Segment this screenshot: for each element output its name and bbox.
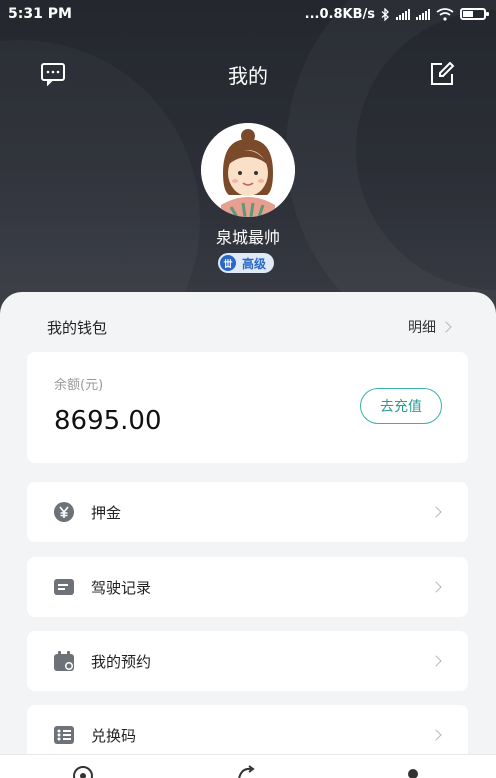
profile-header: 5:31 PM ...0.8KB/s 我的 泉城最帅 丗 高级: [0, 0, 496, 330]
recharge-button[interactable]: 去充值: [360, 388, 442, 424]
detail-label: 明细: [408, 320, 436, 336]
chevron-right-icon: [430, 729, 442, 741]
page-title: 我的: [228, 64, 268, 88]
balance-card: 余额(元) 8695.00 去充值: [27, 352, 468, 463]
wallet-detail-link[interactable]: 明细: [408, 317, 452, 337]
record-card-icon: [53, 576, 75, 598]
level-label: 高级: [242, 256, 267, 271]
status-bar: 5:31 PM ...0.8KB/s: [0, 0, 496, 28]
chevron-right-icon: [440, 321, 452, 333]
balance-value: 8695.00: [54, 406, 162, 436]
avatar-illustration: [201, 123, 295, 217]
bluetooth-icon: [381, 7, 389, 21]
menu-item-label: 我的预约: [91, 652, 152, 671]
wifi-icon: [436, 7, 454, 21]
discover-tab-icon[interactable]: [235, 765, 261, 778]
yen-coin-icon: [53, 501, 75, 523]
menu-item-reservations[interactable]: 我的预约: [27, 631, 468, 691]
nickname: 泉城最帅: [215, 228, 280, 247]
level-icon: 丗: [220, 255, 236, 271]
home-tab-icon[interactable]: [72, 765, 94, 778]
signal-icon: [416, 8, 430, 20]
chevron-right-icon: [430, 581, 442, 593]
menu-item-label: 兑换码: [91, 726, 137, 745]
status-time: 5:31 PM: [8, 6, 72, 22]
bottom-tab-bar: [0, 754, 496, 778]
balance-label: 余额(元): [54, 378, 104, 393]
signal-icon: [396, 8, 410, 20]
network-speed: ...0.8KB/s: [304, 6, 375, 22]
status-icons: ...0.8KB/s: [304, 6, 489, 22]
battery-icon: [460, 8, 489, 20]
content-sheet: 我的钱包 明细 余额(元) 8695.00 去充值 押金 驾驶记录 我的预约 兑…: [0, 292, 496, 778]
avatar[interactable]: [201, 123, 295, 217]
voucher-icon: [53, 724, 75, 746]
menu-item-driving-records[interactable]: 驾驶记录: [27, 557, 468, 617]
chevron-right-icon: [430, 655, 442, 667]
level-badge: 丗 高级: [218, 253, 275, 273]
menu-item-label: 驾驶记录: [91, 578, 152, 597]
wallet-title: 我的钱包: [47, 318, 108, 337]
profile-tab-icon[interactable]: [404, 765, 422, 778]
header-decoration: [286, 0, 496, 330]
menu-item-deposit[interactable]: 押金: [27, 482, 468, 542]
calendar-icon: [53, 650, 75, 672]
edit-icon[interactable]: [430, 62, 456, 86]
wallet-header: 我的钱包 明细: [0, 312, 496, 342]
chevron-right-icon: [430, 506, 442, 518]
menu-item-label: 押金: [91, 503, 122, 522]
